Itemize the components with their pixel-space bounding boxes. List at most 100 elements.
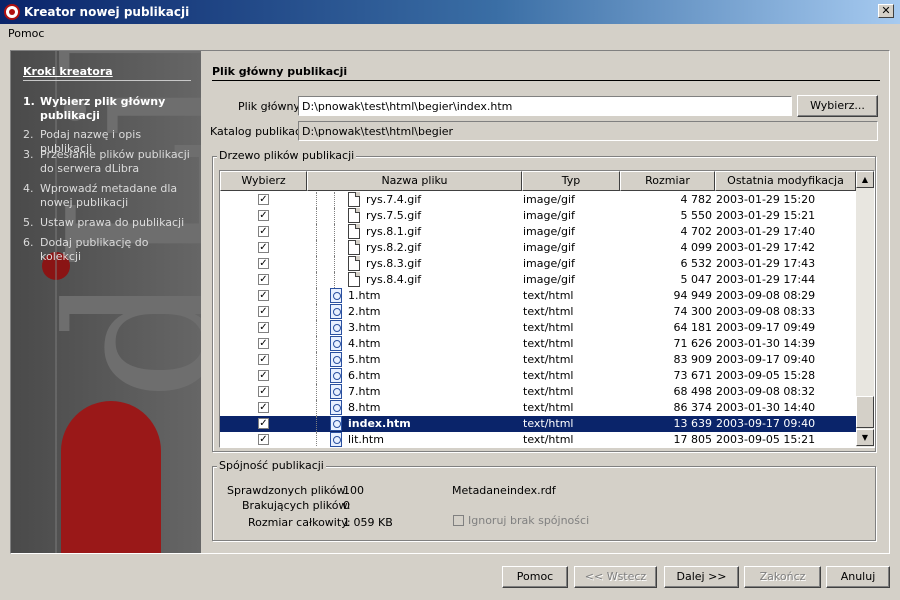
select-checkbox[interactable]: ✓: [258, 434, 269, 445]
file-size: 4 782: [680, 193, 713, 206]
file-name: rys.7.4.gif: [366, 193, 422, 206]
step-3: 3. Przesłanie plików publikacji do serwe…: [23, 148, 193, 176]
table-row[interactable]: ✓ rys.7.4.gif image/gif 4 782 2003-01-29 15:…: [220, 192, 856, 208]
select-checkbox[interactable]: ✓: [258, 258, 269, 269]
tree-connector: [334, 272, 335, 288]
table-row[interactable]: ✓ 3.htm text/html 64 181 2003-09-17 09:49: [220, 320, 856, 336]
select-checkbox[interactable]: ✓: [258, 418, 269, 429]
file-tree-group-title: Drzewo plików publikacji: [217, 149, 357, 162]
file-size: 64 181: [673, 321, 713, 334]
select-checkbox[interactable]: ✓: [258, 194, 269, 205]
table-row[interactable]: ✓ rys.8.1.gif image/gif 4 702 2003-01-29 17:…: [220, 224, 856, 240]
file-size: 4 099: [680, 241, 713, 254]
file-size: 5 550: [680, 209, 713, 222]
table-row[interactable]: ✓ rys.8.2.gif image/gif 4 099 2003-01-29 17:…: [220, 240, 856, 256]
file-type: image/gif: [523, 225, 575, 238]
table-row[interactable]: ✓ 2.htm text/html 74 300 2003-09-08 08:33: [220, 304, 856, 320]
col-select[interactable]: Wybierz: [220, 171, 307, 191]
total-size-label: Rozmiar całkowity:: [248, 516, 351, 529]
page-title: Plik główny publikacji: [212, 65, 880, 81]
tree-connector: [316, 384, 317, 400]
title-bar: Kreator nowej publikacji ✕: [0, 0, 900, 24]
select-checkbox[interactable]: ✓: [258, 370, 269, 381]
file-size: 71 626: [673, 337, 713, 350]
table-row[interactable]: ✓ 1.htm text/html 94 949 2003-09-08 08:29: [220, 288, 856, 304]
file-name: 1.htm: [348, 289, 381, 302]
table-row[interactable]: ✓ rys.8.4.gif image/gif 5 047 2003-01-29 17:…: [220, 272, 856, 288]
help-button[interactable]: Pomoc: [502, 566, 568, 588]
tree-connector: [316, 288, 317, 304]
file-modified: 2003-09-17 09:40: [716, 417, 816, 430]
select-checkbox[interactable]: ✓: [258, 226, 269, 237]
file-modified: 2003-01-30 14:39: [716, 337, 816, 350]
scroll-down-button[interactable]: ▼: [856, 429, 874, 446]
next-button[interactable]: Dalej >>: [664, 566, 739, 588]
scroll-up-button[interactable]: ▲: [856, 171, 874, 188]
image-file-icon: [348, 272, 360, 287]
select-checkbox[interactable]: ✓: [258, 274, 269, 285]
table-row[interactable]: ✓ 7.htm text/html 68 498 2003-09-08 08:32: [220, 384, 856, 400]
image-file-icon: [348, 240, 360, 255]
image-file-icon: [348, 192, 360, 207]
table-row[interactable]: ✓ 6.htm text/html 73 671 2003-09-05 15:28: [220, 368, 856, 384]
tree-connector: [316, 400, 317, 416]
select-checkbox[interactable]: ✓: [258, 354, 269, 365]
select-checkbox[interactable]: ✓: [258, 306, 269, 317]
cancel-button[interactable]: Anuluj: [826, 566, 890, 588]
select-checkbox[interactable]: ✓: [258, 242, 269, 253]
table-row[interactable]: ✓ rys.8.3.gif image/gif 6 532 2003-01-29 17:…: [220, 256, 856, 272]
ignore-consistency-checkbox[interactable]: [453, 515, 464, 526]
select-checkbox[interactable]: ✓: [258, 322, 269, 333]
back-button[interactable]: << Wstecz: [574, 566, 657, 588]
table-row[interactable]: ✓ 5.htm text/html 83 909 2003-09-17 09:40: [220, 352, 856, 368]
table-row[interactable]: ✓ 4.htm text/html 71 626 2003-01-30 14:39: [220, 336, 856, 352]
file-name: rys.8.3.gif: [366, 257, 422, 270]
app-icon: [4, 4, 20, 20]
select-checkbox[interactable]: ✓: [258, 338, 269, 349]
step-3-label: Przesłanie plików publikacji do serwera …: [40, 148, 190, 175]
col-filename[interactable]: Nazwa pliku: [307, 171, 522, 191]
file-size: 6 532: [680, 257, 713, 270]
file-type: image/gif: [523, 209, 575, 222]
consistency-group-title: Spójność publikacji: [217, 459, 326, 472]
col-size[interactable]: Rozmiar: [620, 171, 715, 191]
main-file-field[interactable]: D:\pnowak\test\html\begier\index.htm: [298, 96, 792, 116]
file-type: text/html: [523, 433, 574, 446]
finish-button[interactable]: Zakończ: [744, 566, 821, 588]
html-file-icon: [330, 368, 342, 383]
file-size: 86 374: [673, 401, 713, 414]
missing-files-value: 0: [343, 499, 350, 512]
metadata-label: Metadane:: [452, 484, 511, 497]
col-modified[interactable]: Ostatnia modyfikacja: [715, 171, 856, 191]
html-file-icon: [330, 352, 342, 367]
step-1: 1. Wybierz plik główny publikacji: [23, 95, 193, 123]
scroll-thumb[interactable]: [856, 396, 874, 428]
table-row[interactable]: ✓ index.htm text/html 13 639 2003-09-17 09:4…: [220, 416, 856, 432]
table-row[interactable]: ✓ 8.htm text/html 86 374 2003-01-30 14:40: [220, 400, 856, 416]
table-row[interactable]: ✓ rys.7.5.gif image/gif 5 550 2003-01-29 15:…: [220, 208, 856, 224]
checked-files-value: 100: [343, 484, 364, 497]
step-4: 4. Wprowadź metadane dla nowej publikacj…: [23, 182, 193, 210]
file-modified: 2003-09-05 15:28: [716, 369, 816, 382]
tree-connector: [316, 272, 317, 288]
file-name: 4.htm: [348, 337, 381, 350]
html-file-icon: [330, 288, 342, 303]
tree-scrollbar[interactable]: ▲ ▼: [856, 171, 874, 447]
select-checkbox[interactable]: ✓: [258, 210, 269, 221]
ignore-consistency-label: Ignoruj brak spójności: [468, 514, 590, 527]
file-name: rys.8.4.gif: [366, 273, 422, 286]
select-checkbox[interactable]: ✓: [258, 290, 269, 301]
table-row[interactable]: ✓ lit.htm text/html 17 805 2003-09-05 15:21: [220, 432, 856, 447]
close-button[interactable]: ✕: [878, 4, 894, 18]
select-checkbox[interactable]: ✓: [258, 386, 269, 397]
file-modified: 2003-01-30 14:40: [716, 401, 816, 414]
choose-button[interactable]: Wybierz...: [797, 95, 878, 117]
step-5-label: Ustaw prawa do publikacji: [40, 216, 185, 229]
file-size: 73 671: [673, 369, 713, 382]
select-checkbox[interactable]: ✓: [258, 402, 269, 413]
col-type[interactable]: Typ: [522, 171, 620, 191]
menu-help[interactable]: Pomoc: [8, 27, 44, 40]
step-1-label: Wybierz plik główny publikacji: [40, 95, 166, 122]
file-modified: 2003-01-29 15:20: [716, 193, 816, 206]
file-type: image/gif: [523, 241, 575, 254]
